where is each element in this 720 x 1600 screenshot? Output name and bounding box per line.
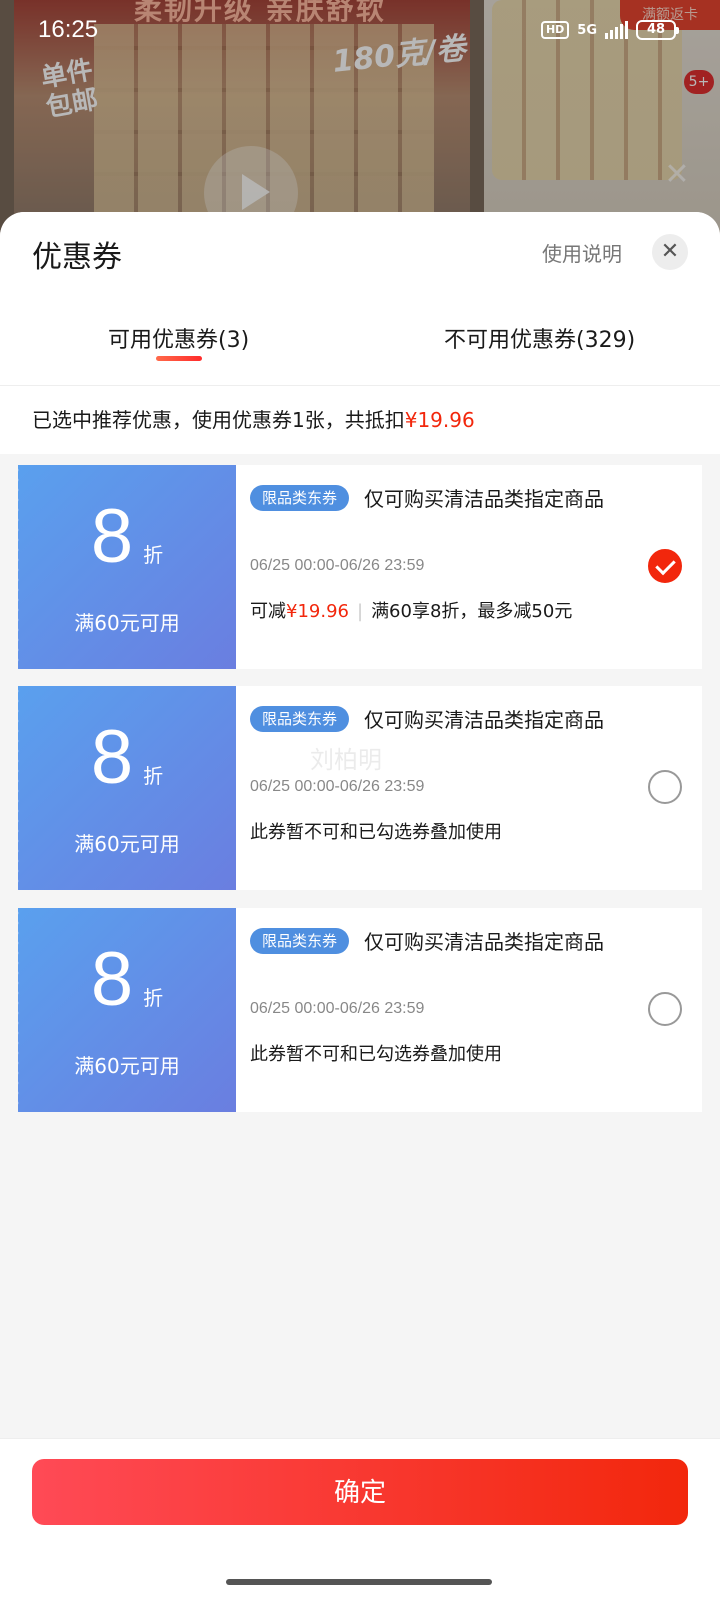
- coupon-checkbox[interactable]: [648, 992, 682, 1026]
- tab-available-coupons[interactable]: 可用优惠券(3): [108, 322, 249, 354]
- summary-text: 已选中推荐优惠，使用优惠券1张，共抵扣: [32, 408, 405, 432]
- coupon-scope: 仅可购买清洁品类指定商品: [364, 930, 604, 954]
- coupon-value-panel: 8折 满60元可用: [18, 908, 236, 1112]
- coupon-discount: 8折: [18, 497, 236, 577]
- close-button[interactable]: ✕: [652, 234, 688, 270]
- coupon-info: 限品类东券 仅可购买清洁品类指定商品 刘柏明 06/25 00:00-06/26…: [250, 686, 702, 890]
- sheet-title: 优惠券: [32, 240, 122, 275]
- summary-amount: ¥19.96: [404, 408, 475, 432]
- home-indicator[interactable]: [226, 1579, 492, 1585]
- coupon-threshold: 满60元可用: [74, 611, 180, 635]
- discount-value: 8: [90, 937, 134, 1022]
- sheet-header: 优惠券 使用说明 ✕ 可用优惠券(3) 不可用优惠券(329): [0, 212, 720, 386]
- coupon-discount: 8折: [18, 940, 236, 1020]
- coupon-value-panel: 8折 满60元可用: [18, 686, 236, 890]
- discount-unit: 折: [143, 986, 164, 1010]
- coupon-scope: 仅可购买清洁品类指定商品: [364, 708, 604, 732]
- coupon-validity: 06/25 00:00-06/26 23:59: [250, 557, 425, 574]
- selection-summary: 已选中推荐优惠，使用优惠券1张，共抵扣¥19.96: [0, 386, 720, 454]
- hd-icon: HD: [540, 21, 570, 39]
- active-tab-indicator: [156, 356, 202, 361]
- coupon-sheet: 优惠券 使用说明 ✕ 可用优惠券(3) 不可用优惠券(329) 已选中推荐优惠，…: [0, 212, 720, 1600]
- coupon-card[interactable]: 8折 满60元可用 限品类东券 仅可购买清洁品类指定商品 刘柏明 06/25 0…: [18, 686, 702, 890]
- discount-unit: 折: [143, 543, 164, 567]
- coupon-info: 限品类东券 仅可购买清洁品类指定商品 06/25 00:00-06/26 23:…: [250, 908, 702, 1112]
- detail-prefix: 可减: [250, 601, 286, 622]
- status-icons: HD 5G 48: [540, 20, 679, 40]
- user-watermark: 刘柏明: [310, 746, 382, 774]
- detail-separator: |: [356, 601, 364, 622]
- coupon-type-badge: 限品类东券: [250, 928, 350, 954]
- coupon-info: 限品类东券 仅可购买清洁品类指定商品 06/25 00:00-06/26 23:…: [250, 465, 702, 669]
- coupon-validity: 06/25 00:00-06/26 23:59: [250, 778, 425, 795]
- discount-value: 8: [90, 494, 134, 579]
- coupon-value-panel: 8折 满60元可用: [18, 465, 236, 669]
- coupon-type-badge: 限品类东券: [250, 706, 350, 732]
- usage-instructions-link[interactable]: 使用说明: [542, 238, 622, 267]
- coupon-checkbox-checked[interactable]: [648, 549, 682, 583]
- sheet-footer: 确定: [0, 1438, 720, 1600]
- detail-amount: ¥19.96: [286, 601, 349, 622]
- coupon-detail: 此券暂不可和已勾选券叠加使用: [250, 1044, 502, 1065]
- confirm-button[interactable]: 确定: [32, 1459, 688, 1525]
- coupon-detail: 此券暂不可和已勾选券叠加使用: [250, 822, 502, 843]
- discount-value: 8: [90, 715, 134, 800]
- coupon-detail: 可减¥19.96 | 满60享8折，最多减50元: [250, 597, 572, 623]
- signal-icon: [605, 21, 628, 39]
- coupon-threshold: 满60元可用: [74, 1054, 180, 1078]
- coupon-card[interactable]: 8折 满60元可用 限品类东券 仅可购买清洁品类指定商品 06/25 00:00…: [18, 908, 702, 1112]
- tab-unavailable-coupons[interactable]: 不可用优惠券(329): [444, 322, 635, 354]
- status-time: 16:25: [38, 16, 99, 43]
- detail-rule: 满60享8折，最多减50元: [371, 601, 573, 622]
- status-bar: 16:25 HD 5G 48: [0, 0, 720, 64]
- coupon-validity: 06/25 00:00-06/26 23:59: [250, 1000, 425, 1017]
- network-type: 5G: [577, 22, 597, 38]
- discount-unit: 折: [143, 764, 164, 788]
- coupon-checkbox[interactable]: [648, 770, 682, 804]
- close-icon: ✕: [660, 239, 680, 264]
- battery-icon: 48: [636, 20, 679, 40]
- coupon-type-badge: 限品类东券: [250, 485, 350, 511]
- coupon-card[interactable]: 8折 满60元可用 限品类东券 仅可购买清洁品类指定商品 06/25 00:00…: [18, 465, 702, 669]
- coupon-discount: 8折: [18, 718, 236, 798]
- coupon-threshold: 满60元可用: [74, 832, 180, 856]
- coupon-scope: 仅可购买清洁品类指定商品: [364, 487, 604, 511]
